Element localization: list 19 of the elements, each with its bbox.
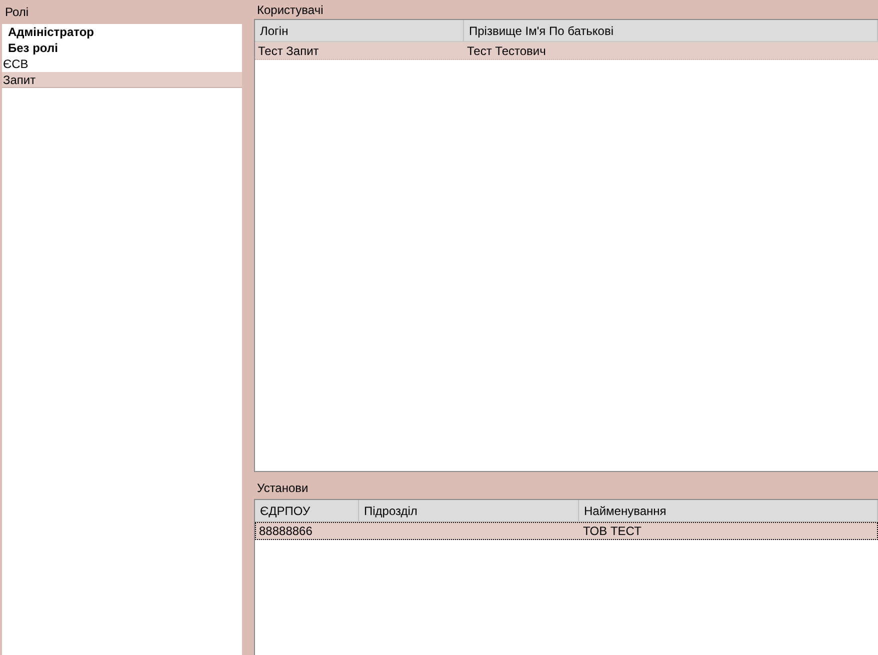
- column-header[interactable]: ЄДРПОУ: [255, 500, 359, 521]
- roles-list[interactable]: Адміністратор Без ролі ЄСВ Запит: [2, 24, 242, 655]
- table-cell-text: Тест Запит: [257, 42, 320, 59]
- column-header[interactable]: Підрозділ: [359, 500, 579, 521]
- column-header[interactable]: Найменування: [579, 500, 878, 521]
- panel-title: Установи: [256, 480, 310, 497]
- table-row[interactable]: Тест Запит Тест Тестович: [255, 42, 878, 60]
- table-cell-text: 88888866: [258, 523, 314, 539]
- role-item[interactable]: Адміністратор: [2, 24, 242, 40]
- role-item[interactable]: Без ролі: [2, 40, 242, 56]
- role-item[interactable]: ЄСВ: [2, 56, 242, 72]
- role-item[interactable]: Запит: [2, 72, 242, 88]
- panel-title: Користувачі: [256, 2, 324, 18]
- table-cell-text: Тест Тестович: [466, 42, 547, 59]
- table-cell-text: ТОВ ТЕСТ: [582, 523, 642, 539]
- column-header[interactable]: Прізвище Ім'я По батькові: [464, 20, 878, 41]
- table-row[interactable]: 88888866 ТОВ ТЕСТ: [255, 522, 878, 540]
- panel-title: Ролі: [4, 4, 30, 21]
- column-header[interactable]: Логін: [255, 20, 464, 41]
